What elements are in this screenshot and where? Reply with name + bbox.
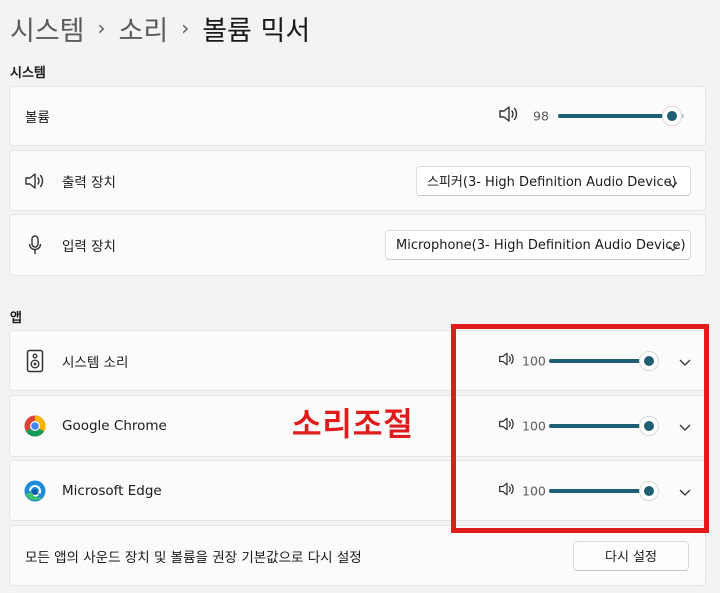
- breadcrumb-chevron-icon: ›: [97, 16, 106, 40]
- input-device-label: 입력 장치: [62, 239, 116, 255]
- breadcrumb: 시스템 › 소리 › 볼륨 믹서: [10, 8, 310, 48]
- input-device-value: Microphone(3- High Definition Audio Devi…: [396, 237, 686, 253]
- apps-section-title: 앱: [10, 311, 22, 326]
- input-device-select[interactable]: Microphone(3- High Definition Audio Devi…: [385, 230, 691, 260]
- reset-button[interactable]: 다시 설정: [573, 540, 689, 571]
- edge-icon: [24, 480, 46, 502]
- app-name: Google Chrome: [62, 418, 167, 434]
- output-device-label: 출력 장치: [62, 174, 116, 191]
- system-section-title: 시스템: [10, 66, 46, 81]
- breadcrumb-system[interactable]: 시스템: [10, 9, 85, 48]
- speaker-icon[interactable]: [498, 105, 520, 127]
- master-volume-label: 볼륨: [25, 110, 50, 126]
- output-device-card: 출력 장치 스피커(3- High Definition Audio Devic…: [9, 150, 706, 211]
- master-volume-slider[interactable]: [558, 106, 684, 126]
- breadcrumb-sound[interactable]: 소리: [119, 9, 169, 48]
- chrome-icon: [24, 415, 46, 437]
- page-title: 볼륨 믹서: [202, 15, 311, 47]
- annotation-highlight-box: [451, 324, 709, 533]
- chevron-down-icon: [668, 177, 678, 192]
- input-device-card: 입력 장치 Microphone(3- High Definition Audi…: [9, 214, 706, 276]
- output-device-select[interactable]: 스피커(3- High Definition Audio Device): [416, 165, 691, 196]
- app-name: Microsoft Edge: [62, 482, 162, 499]
- app-name: 시스템 소리: [62, 354, 129, 371]
- output-device-value: 스피커(3- High Definition Audio Device): [427, 175, 677, 190]
- speaker-icon: [24, 172, 46, 190]
- annotation-text: 소리조절: [292, 405, 414, 443]
- chevron-down-icon: [668, 241, 678, 256]
- master-volume-card: 볼륨 98: [9, 86, 706, 146]
- microphone-icon: [28, 235, 42, 255]
- speaker-device-icon: [26, 349, 44, 373]
- slider-thumb[interactable]: [661, 106, 682, 126]
- breadcrumb-chevron-icon: ›: [181, 16, 190, 40]
- reset-card: 모든 앱의 사운드 장치 및 볼륨을 권장 기본값으로 다시 설정 다시 설정: [9, 525, 706, 586]
- master-volume-value: 98: [533, 108, 549, 124]
- reset-description: 모든 앱의 사운드 장치 및 볼륨을 권장 기본값으로 다시 설정: [25, 549, 362, 566]
- slider-fill: [558, 114, 672, 118]
